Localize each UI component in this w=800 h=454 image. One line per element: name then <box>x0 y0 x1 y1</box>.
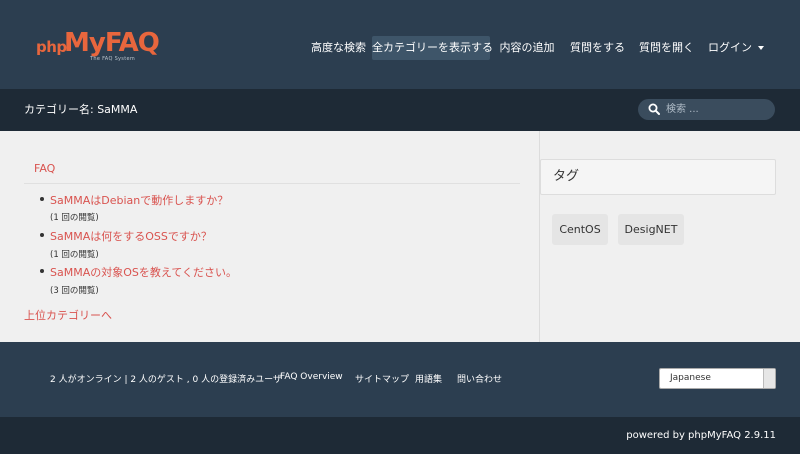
nav-add-content[interactable]: 内容の追加 <box>497 36 557 60</box>
divider <box>24 183 520 184</box>
tags-panel-heading: タグ <box>540 159 776 195</box>
powered-bar: powered by phpMyFAQ 2.9.11 <box>0 417 800 454</box>
tag-designet[interactable]: DesigNET <box>618 214 684 245</box>
footer-link-faq-overview[interactable]: FAQ Overview <box>280 372 343 382</box>
phpmyfaq-logo[interactable]: php MyFAQ The FAQ System <box>36 28 160 66</box>
nav-login[interactable]: ログイン <box>706 36 766 60</box>
logo-myfaq: MyFAQ <box>64 28 160 58</box>
search-icon <box>648 103 660 115</box>
language-value: Japanese <box>670 373 711 383</box>
nav-ask-question[interactable]: 質問をする <box>569 36 626 60</box>
list-bullet <box>40 269 44 273</box>
caret-down-icon <box>758 46 764 50</box>
language-select[interactable]: Japanese <box>659 368 776 389</box>
footer-link-glossary[interactable]: 用語集 <box>415 372 442 385</box>
tags-heading: タグ <box>553 169 580 184</box>
faq-heading: FAQ <box>34 162 56 175</box>
powered-by: powered by phpMyFAQ 2.9.11 <box>626 430 776 441</box>
view-count: (1 回の閲覧) <box>50 213 99 223</box>
view-count: (1 回の閲覧) <box>50 250 99 260</box>
faq-question-link[interactable]: SaMMAはDebianで動作しますか？ <box>50 192 228 208</box>
footer-link-sitemap[interactable]: サイトマップ <box>355 372 409 385</box>
online-status: 2 人がオンライン | 2 人のゲスト , 0 人の登録済みユーザ <box>50 375 282 385</box>
tag-centos[interactable]: CentOS <box>552 214 608 245</box>
logo-tagline: The FAQ System <box>90 56 136 62</box>
tag-sidebar: タグ CentOS DesigNET <box>540 131 800 342</box>
logo-php: php <box>36 38 67 56</box>
nav-advanced-search[interactable]: 高度な検索 <box>306 36 371 60</box>
footer-link-contact[interactable]: 問い合わせ <box>457 372 502 385</box>
nav-open-questions[interactable]: 質問を開く <box>638 36 695 60</box>
view-count: (3 回の閲覧) <box>50 286 99 296</box>
faq-question-link[interactable]: SaMMAの対象OSを教えてください。 <box>50 264 237 280</box>
select-arrow-icon <box>763 369 775 388</box>
search-box[interactable] <box>638 99 775 120</box>
list-bullet <box>40 233 44 237</box>
top-navbar: php MyFAQ The FAQ System 高度な検索 全カテゴリーを表示… <box>0 0 800 89</box>
main-content: FAQ SaMMAはDebianで動作しますか？ (1 回の閲覧) SaMMAは… <box>0 131 539 342</box>
faq-question-link[interactable]: SaMMAは何をするOSSですか？ <box>50 228 212 244</box>
nav-all-categories[interactable]: 全カテゴリーを表示する <box>372 36 493 60</box>
parent-category-link[interactable]: 上位カテゴリーへ <box>24 307 112 323</box>
category-title: カテゴリー名: SaMMA <box>24 103 138 116</box>
search-input[interactable] <box>666 101 766 118</box>
list-bullet <box>40 197 44 201</box>
